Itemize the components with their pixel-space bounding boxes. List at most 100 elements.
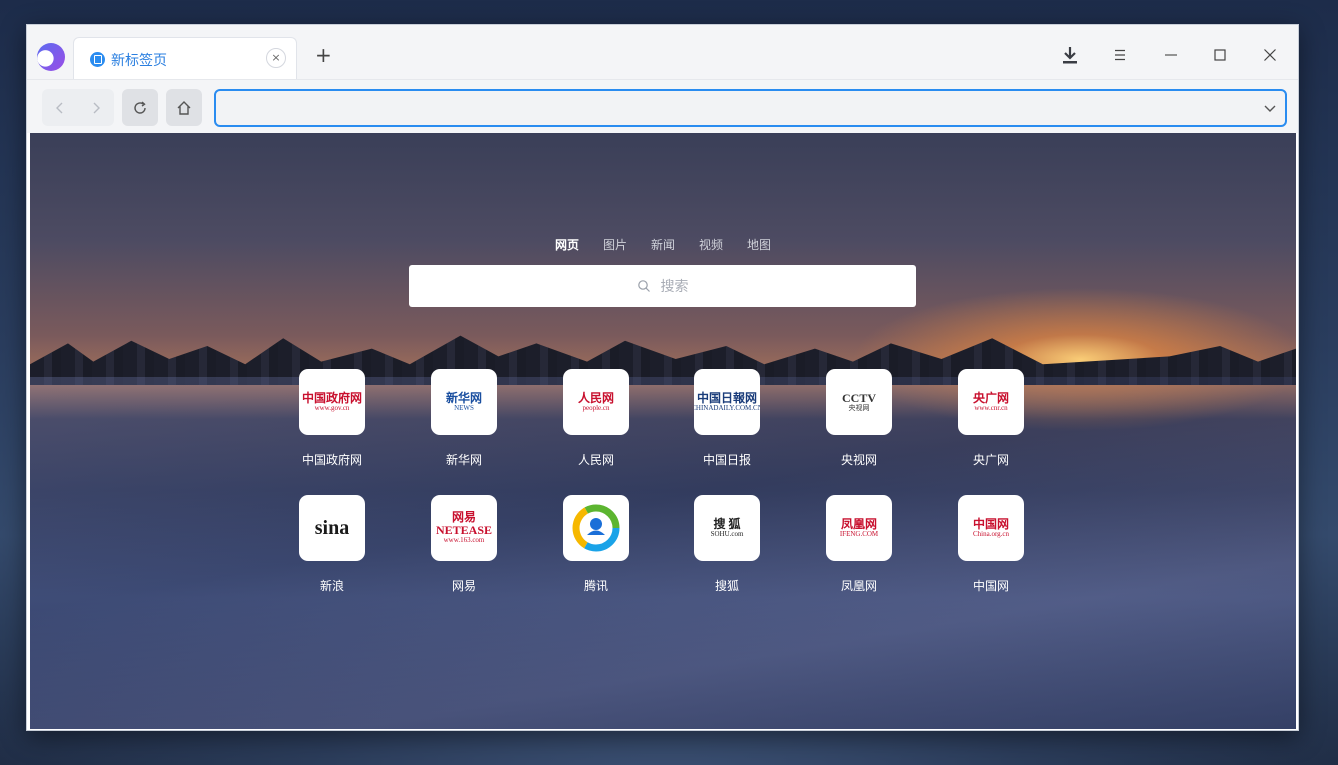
- site-logo-icon[interactable]: 新华网 NEWS: [431, 369, 497, 435]
- new-tab-button[interactable]: +: [315, 45, 332, 65]
- chevron-left-icon: [56, 102, 63, 113]
- tab-title: 新标签页: [111, 53, 167, 69]
- search-placeholder: 搜索: [660, 279, 689, 295]
- quick-link-label: 中国网: [972, 579, 1009, 593]
- site-logo-text: CHINADAILY.COM.CN: [694, 403, 760, 412]
- site-logo-icon[interactable]: 中国政府网 www.gov.cn: [299, 369, 365, 435]
- tab-new-tab[interactable]: 新标签页 ×: [73, 37, 297, 79]
- site-logo-text: www.cnr.cn: [974, 403, 1008, 412]
- site-logo-text: China.org.cn: [972, 529, 1010, 538]
- site-logo-text: sina: [314, 517, 350, 539]
- quick-link-label: 中国政府网: [301, 453, 362, 467]
- site-logo-text: 搜 狐: [713, 516, 741, 531]
- site-logo-text: 中国网: [972, 516, 1009, 531]
- site-logo-text: NEWS: [454, 403, 474, 412]
- site-logo-text: 新华网: [445, 390, 482, 405]
- quick-link-label: 新华网: [445, 453, 482, 467]
- search-category-tabs: 网页 图片 新闻 视频 地图: [30, 236, 1296, 253]
- back-button[interactable]: [42, 89, 78, 126]
- minimize-button[interactable]: [1153, 39, 1189, 71]
- quick-link-label: 中国日报: [702, 453, 751, 467]
- site-logo-icon[interactable]: 凤凰网 IFENG.COM: [826, 495, 892, 561]
- browser-logo-icon[interactable]: [37, 43, 65, 71]
- quick-link-label: 凤凰网: [840, 579, 877, 593]
- address-bar[interactable]: [214, 89, 1287, 127]
- quick-link-label: 腾讯: [583, 579, 608, 593]
- site-logo-text: SOHU.com: [710, 529, 744, 538]
- site-logo-text: 网易 NETEASE: [435, 509, 493, 538]
- site-logo-icon[interactable]: [563, 495, 629, 561]
- forward-button[interactable]: [78, 89, 114, 126]
- quick-link[interactable]: 网易 NETEASE www.163.com 网易: [431, 495, 497, 594]
- history-buttons: [42, 89, 114, 126]
- search-box[interactable]: 搜索: [409, 265, 916, 307]
- site-logo-icon[interactable]: 网易 NETEASE www.163.com: [431, 495, 497, 561]
- quick-link-label: 搜狐: [714, 579, 739, 593]
- search-tab[interactable]: 视频: [699, 236, 723, 253]
- site-logo-text: www.gov.cn: [314, 403, 350, 412]
- navigation-bar: [27, 79, 1298, 133]
- new-tab-page: 网页 图片 新闻 视频 地图 搜索 中国政府网 www.gov.cn 中国政府网 新华网 NEW…: [30, 133, 1296, 729]
- chevron-down-icon[interactable]: [1263, 101, 1277, 115]
- site-logo-text: 人民网: [577, 390, 614, 405]
- reload-button[interactable]: [122, 89, 158, 126]
- site-logo-icon[interactable]: sina: [299, 495, 365, 561]
- download-icon: [1063, 47, 1077, 64]
- minimize-icon: [1165, 54, 1177, 56]
- quick-link-label: 人民网: [577, 453, 614, 467]
- home-icon: [177, 100, 191, 115]
- site-logo-text: www.163.com: [443, 536, 485, 545]
- reload-icon-wrap: [122, 89, 158, 126]
- site-logo-icon[interactable]: 中国网 China.org.cn: [958, 495, 1024, 561]
- reload-icon: [134, 100, 146, 114]
- site-logo-icon[interactable]: 央广网 www.cnr.cn: [958, 369, 1024, 435]
- quick-link[interactable]: 央广网 www.cnr.cn 央广网: [958, 369, 1024, 468]
- quick-link[interactable]: 腾讯: [563, 495, 629, 594]
- chevron-right-icon: [93, 102, 100, 113]
- maximize-icon: [1214, 49, 1226, 61]
- quick-link-label: 央广网: [972, 453, 1009, 467]
- site-logo-icon[interactable]: 人民网 people.cn: [563, 369, 629, 435]
- close-icon: [1264, 49, 1276, 61]
- quick-link-label: 新浪: [319, 579, 344, 593]
- browser-window: 新标签页 × + 网页 图片 新闻 视频 地图 搜索 中国政府网 www.gov…: [26, 24, 1299, 731]
- site-logo-icon[interactable]: 中国日報网 CHINADAILY.COM.CN: [694, 369, 760, 435]
- tencent-logo-icon: [572, 504, 620, 552]
- site-logo-icon[interactable]: 搜 狐 SOHU.com: [694, 495, 760, 561]
- title-bar: 新标签页 × +: [27, 25, 1298, 79]
- maximize-button[interactable]: [1202, 39, 1238, 71]
- site-logo-text: 中国日報网: [696, 390, 757, 405]
- quick-link[interactable]: 新华网 NEWS 新华网: [431, 369, 497, 468]
- quick-link[interactable]: sina 新浪: [299, 495, 365, 594]
- quick-link[interactable]: 中国日報网 CHINADAILY.COM.CN 中国日报: [694, 369, 760, 468]
- quick-link[interactable]: 搜 狐 SOHU.com 搜狐: [694, 495, 760, 594]
- home-icon-wrap: [166, 89, 202, 126]
- site-logo-text: 凤凰网: [840, 516, 877, 531]
- site-logo-text: 中国政府网: [301, 390, 362, 405]
- tab-favicon-icon: [90, 52, 105, 67]
- background-snow: [30, 377, 1296, 729]
- search-tab[interactable]: 图片: [603, 236, 627, 253]
- search-tab[interactable]: 地图: [747, 236, 771, 253]
- menu-button[interactable]: [1102, 39, 1138, 71]
- site-logo-text: 央广网: [972, 390, 1009, 405]
- home-button[interactable]: [166, 89, 202, 126]
- search-icon: [637, 280, 650, 292]
- quick-link[interactable]: 人民网 people.cn 人民网: [563, 369, 629, 468]
- tab-close-button[interactable]: ×: [266, 48, 286, 68]
- address-input[interactable]: [216, 91, 1285, 125]
- close-window-button[interactable]: [1252, 39, 1288, 71]
- site-logo-icon[interactable]: CCTV 央视网: [826, 369, 892, 435]
- site-logo-text: IFENG.COM: [839, 529, 879, 538]
- site-logo-text: CCTV: [841, 390, 876, 405]
- download-button[interactable]: [1052, 39, 1088, 71]
- quick-link[interactable]: 中国网 China.org.cn 中国网: [958, 495, 1024, 594]
- search-tab[interactable]: 新闻: [651, 236, 675, 253]
- site-logo-text: people.cn: [582, 403, 610, 412]
- quick-link[interactable]: 凤凰网 IFENG.COM 凤凰网: [826, 495, 892, 594]
- quick-link[interactable]: CCTV 央视网央视网: [826, 369, 892, 468]
- menu-icon: [1115, 49, 1125, 61]
- quick-link-label: 央视网: [840, 453, 877, 467]
- quick-link[interactable]: 中国政府网 www.gov.cn 中国政府网: [299, 369, 365, 468]
- search-tab[interactable]: 网页: [555, 236, 579, 253]
